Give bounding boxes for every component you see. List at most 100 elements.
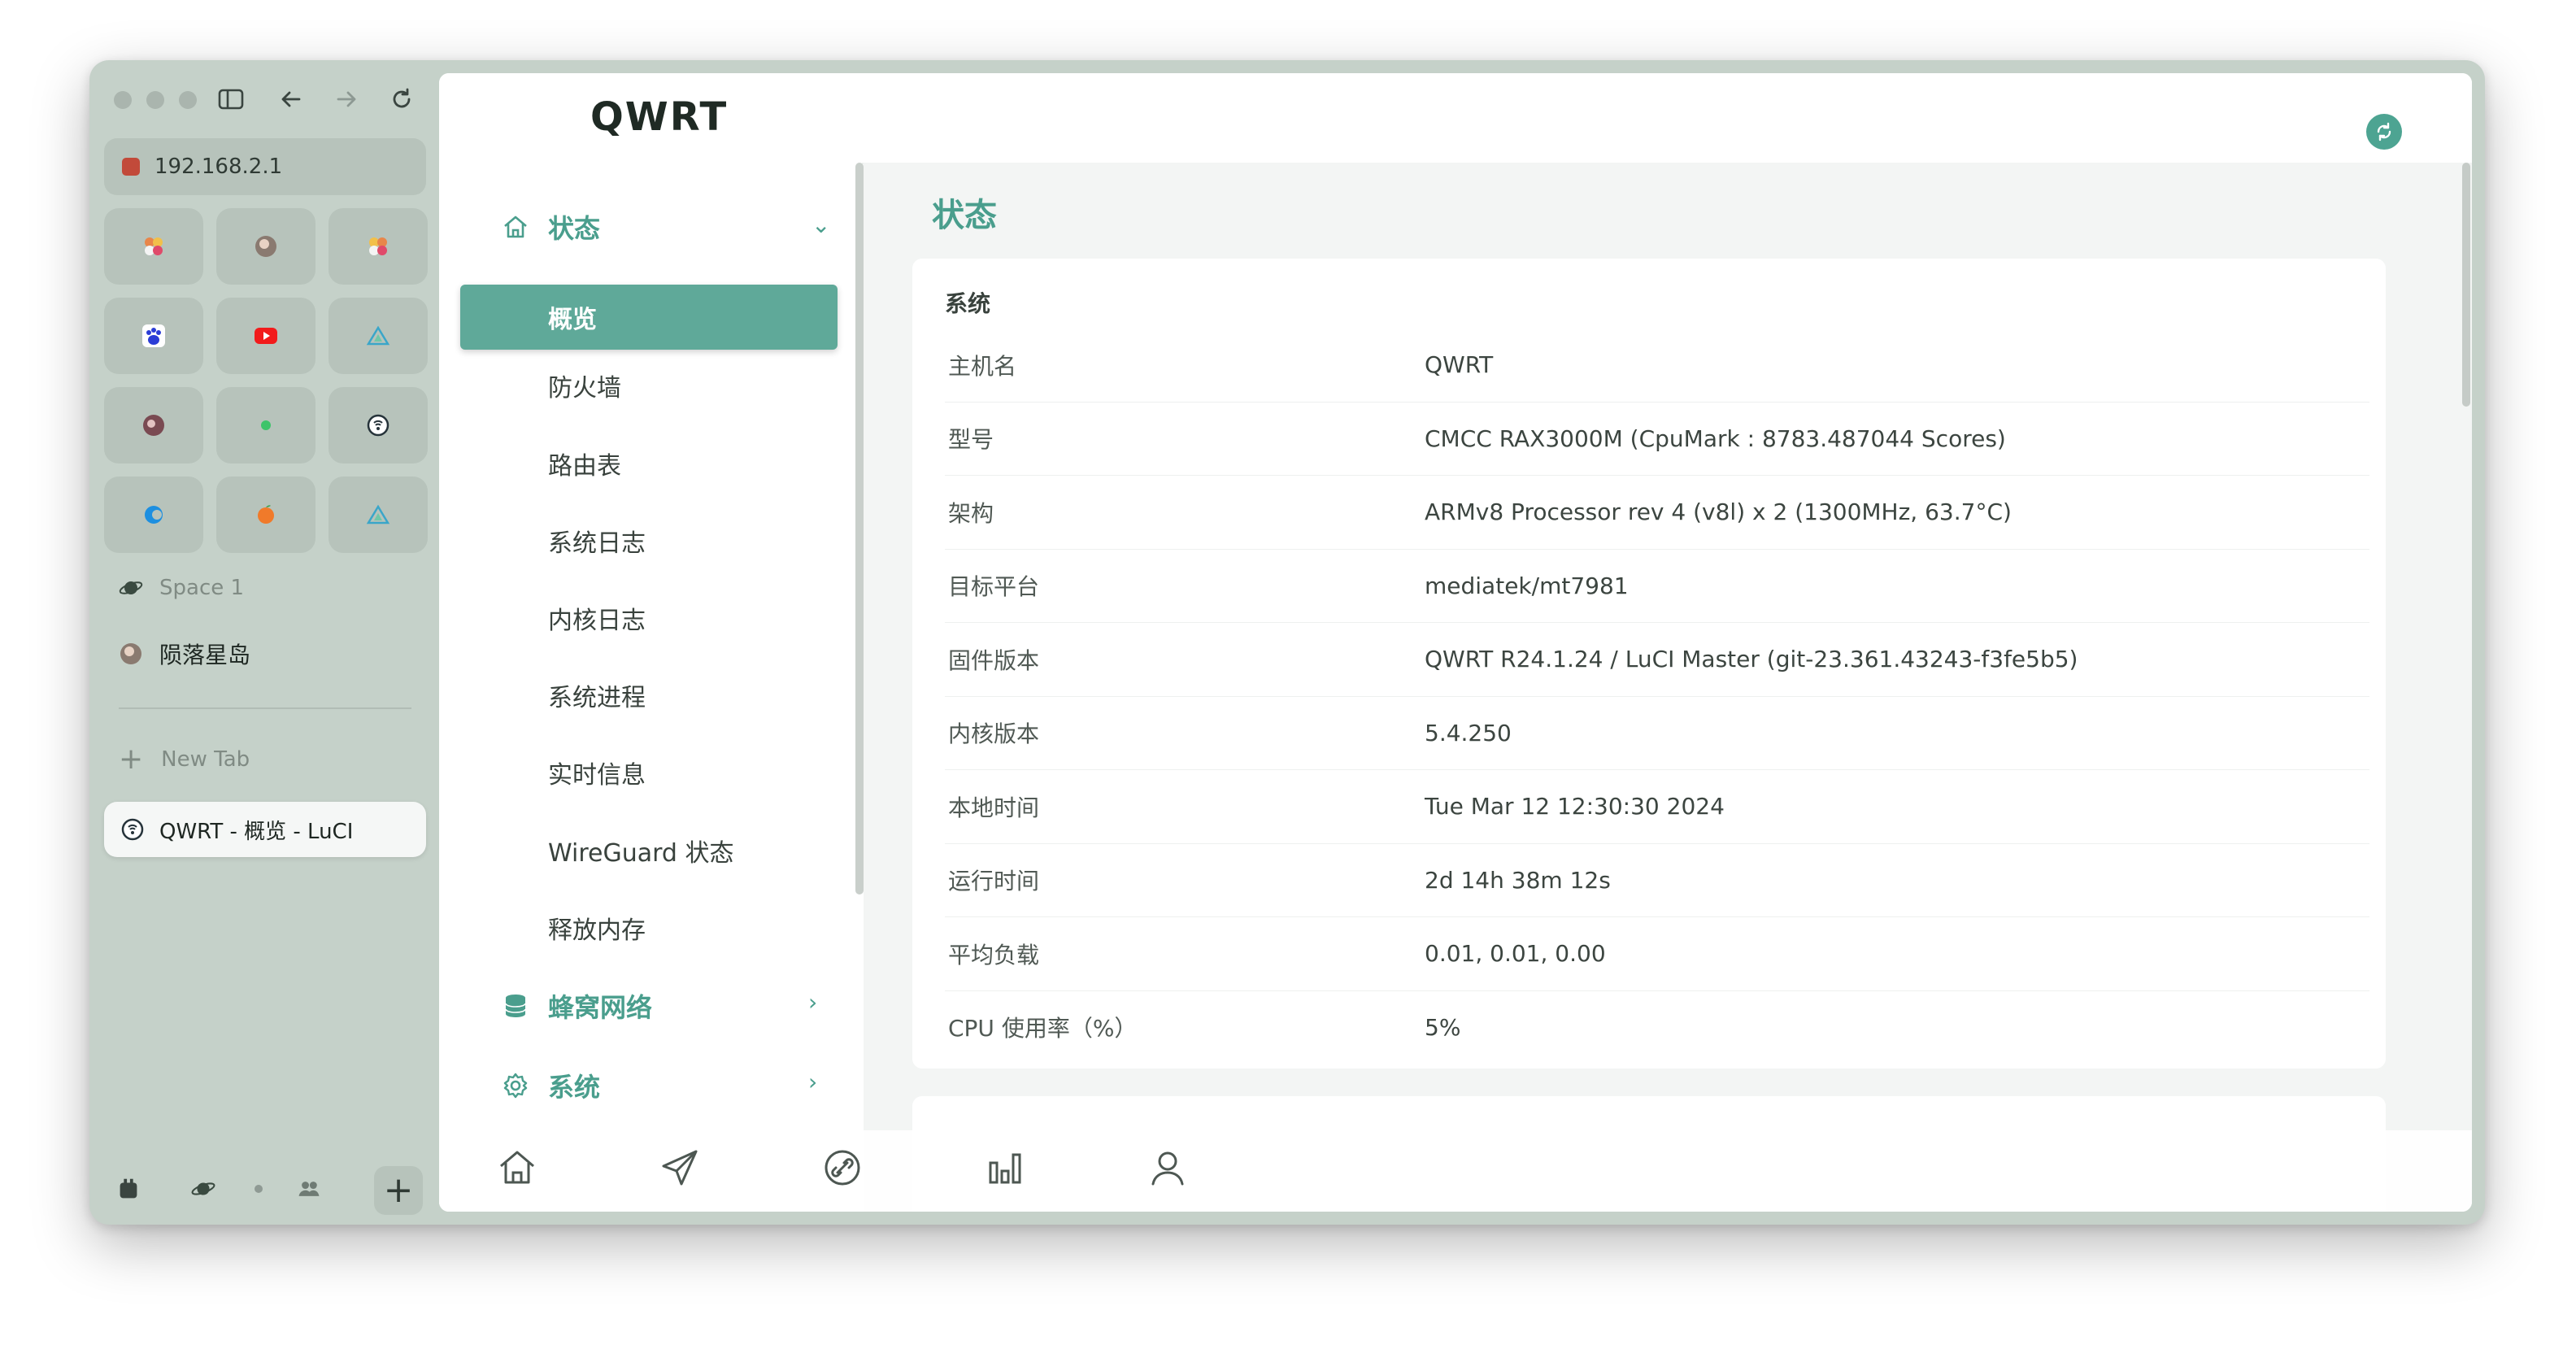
nav-item-syslog[interactable]: 系统日志 <box>548 523 646 559</box>
main-panel: 状态 系统 主机名 QWRT 型号 CMCC RAX3000M (CpuMark :… <box>864 163 2472 1212</box>
favorite-tile[interactable] <box>329 208 428 285</box>
nav-group-system[interactable]: 系统 <box>501 1067 600 1104</box>
favorite-tile[interactable] <box>104 387 203 464</box>
chevron-right-icon[interactable]: › <box>808 989 817 1016</box>
favorite-tile[interactable] <box>329 298 428 374</box>
triangle-logo-icon <box>366 325 390 346</box>
flower-icon <box>145 237 163 255</box>
row-label: 平均负载 <box>948 941 1040 968</box>
row-label: 运行时间 <box>948 868 1040 895</box>
favorite-tile[interactable] <box>216 477 315 553</box>
url-text: 192.168.2.1 <box>154 155 283 179</box>
table-row: 内核版本 5.4.250 <box>945 697 2369 770</box>
nav-item-processes[interactable]: 系统进程 <box>548 677 646 713</box>
avatar-icon <box>255 236 276 257</box>
favorite-tile[interactable] <box>104 298 203 374</box>
mobile-bottom-bar <box>439 1130 2472 1212</box>
favorite-tile[interactable] <box>216 387 315 464</box>
row-value: CMCC RAX3000M (CpuMark : 8783.487044 Sco… <box>1425 424 2006 452</box>
table-row: 本地时间 Tue Mar 12 12:30:30 2024 <box>945 770 2369 844</box>
nav-item-overview[interactable]: 概览 <box>460 285 838 350</box>
new-tab-button[interactable]: + New Tab <box>119 745 250 774</box>
page-title: 状态 <box>932 197 997 234</box>
favorite-tile[interactable] <box>329 387 428 464</box>
youtube-icon <box>255 328 277 344</box>
table-row: 固件版本 QWRT R24.1.24 / LuCI Master (git-23.… <box>945 623 2369 697</box>
row-value: 0.01, 0.01, 0.00 <box>1425 940 1606 968</box>
plus-icon: + <box>119 742 144 776</box>
web-content: QWRT 状态 ⌄ 概览 防火墙 路由表 系统日志 内核日志 系统进程 实时信息… <box>439 73 2472 1212</box>
minimize-window-button[interactable] <box>146 91 164 109</box>
link-icon[interactable] <box>818 1143 867 1192</box>
nav-scrollbar[interactable] <box>855 163 864 894</box>
favorites-grid <box>104 208 428 553</box>
planet-icon <box>119 581 143 594</box>
favorite-tile[interactable] <box>104 208 203 285</box>
favorite-tile[interactable] <box>104 477 203 553</box>
reload-icon[interactable] <box>385 83 418 115</box>
favorite-tile[interactable] <box>216 298 315 374</box>
favorite-tile[interactable] <box>216 208 315 285</box>
archive-icon[interactable] <box>112 1173 145 1205</box>
row-label: CPU 使用率（%） <box>948 1015 1138 1042</box>
planet-icon[interactable] <box>187 1173 220 1205</box>
table-row: 主机名 QWRT <box>945 329 2369 403</box>
nav-item-kernel-log[interactable]: 内核日志 <box>548 600 646 636</box>
people-icon[interactable] <box>293 1173 325 1205</box>
url-bar[interactable]: 192.168.2.1 <box>104 138 426 195</box>
avatar-icon <box>120 643 141 664</box>
brand-logo[interactable]: QWRT <box>590 94 728 140</box>
refresh-icon <box>2377 122 2391 141</box>
nav-item-firewall[interactable]: 防火墙 <box>548 368 621 403</box>
nav-item-routes[interactable]: 路由表 <box>548 446 621 481</box>
bar-chart-icon[interactable] <box>981 1143 1029 1192</box>
card-title: 系统 <box>945 290 991 317</box>
forward-arrow-icon[interactable] <box>330 83 363 115</box>
home-icon[interactable] <box>493 1143 542 1192</box>
row-value: 2d 14h 38m 12s <box>1425 866 1611 894</box>
orange-icon <box>258 505 274 524</box>
flower-icon <box>369 237 387 255</box>
router-icon <box>121 818 144 841</box>
row-label: 架构 <box>948 499 994 527</box>
send-icon[interactable] <box>655 1143 704 1192</box>
chevron-right-icon[interactable]: › <box>808 1069 817 1095</box>
add-space-button[interactable]: + <box>374 1166 423 1215</box>
database-icon <box>505 995 526 1017</box>
nav-item-wireguard[interactable]: WireGuard 状态 <box>548 833 734 868</box>
row-value: 5.4.250 <box>1425 719 1512 746</box>
luci-nav: 状态 ⌄ 概览 防火墙 路由表 系统日志 内核日志 系统进程 实时信息 Wire… <box>439 163 864 1212</box>
refresh-button[interactable] <box>2366 114 2402 150</box>
nav-item-free-memory[interactable]: 释放内存 <box>548 910 646 946</box>
user-icon[interactable] <box>1143 1143 1192 1192</box>
pinned-tab[interactable]: 陨落星岛 <box>119 638 250 670</box>
baidu-paw-icon <box>142 324 165 347</box>
space-dot-icon[interactable] <box>242 1173 275 1205</box>
active-tab[interactable]: QWRT - 概览 - LuCI <box>104 802 426 857</box>
table-row: 型号 CMCC RAX3000M (CpuMark : 8783.487044 S… <box>945 403 2369 476</box>
main-scrollbar[interactable] <box>2462 163 2470 407</box>
close-window-button[interactable] <box>114 91 132 109</box>
sidebar-divider <box>119 707 411 709</box>
table-row: 架构 ARMv8 Processor rev 4 (v8l) x 2 (1300M… <box>945 476 2369 550</box>
back-arrow-icon[interactable] <box>275 83 307 115</box>
favorite-tile[interactable] <box>329 477 428 553</box>
luci-header: QWRT <box>439 73 2472 164</box>
router-icon <box>367 414 389 437</box>
nav-group-label: 状态 <box>548 213 601 244</box>
table-row: 目标平台 mediatek/mt7981 <box>945 550 2369 623</box>
space-name: Space 1 <box>159 576 245 600</box>
table-row: 运行时间 2d 14h 38m 12s <box>945 844 2369 917</box>
system-card: 系统 主机名 QWRT 型号 CMCC RAX3000M (CpuMark : 87… <box>912 259 2386 1069</box>
row-value: Tue Mar 12 12:30:30 2024 <box>1425 793 1725 820</box>
nav-group-cellular[interactable]: 蜂窝网络 <box>501 987 652 1025</box>
nav-item-realtime[interactable]: 实时信息 <box>548 755 646 790</box>
zoom-window-button[interactable] <box>179 91 197 109</box>
space-label[interactable]: Space 1 <box>119 576 244 600</box>
bird-icon <box>143 415 164 436</box>
sidebar-bottom-bar: + <box>112 1166 429 1215</box>
sidebar-toggle-icon[interactable] <box>215 83 247 115</box>
chevron-down-icon[interactable]: ⌄ <box>812 211 830 238</box>
nav-group-status[interactable]: 状态 <box>501 208 600 246</box>
nav-group-label: 系统 <box>548 1072 601 1103</box>
